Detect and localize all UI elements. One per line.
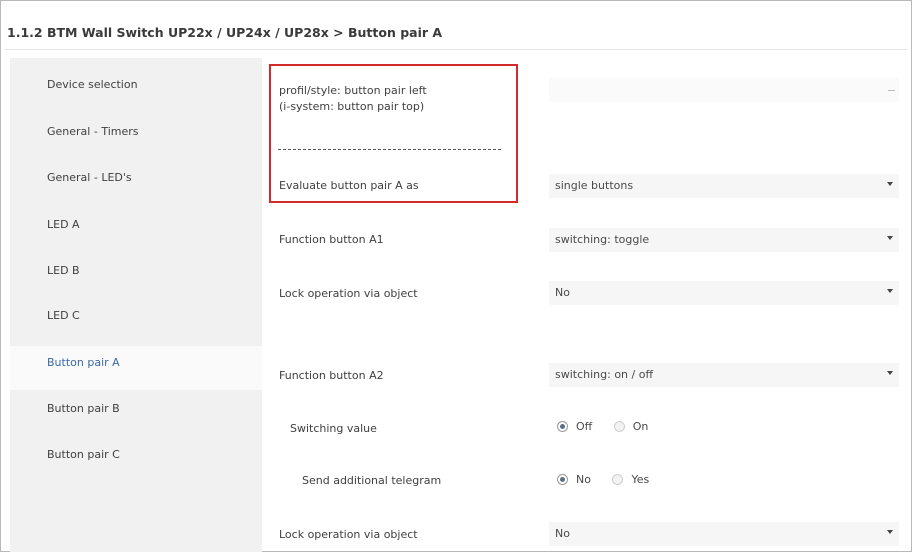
lock1-dropdown[interactable]: No [549,281,899,305]
func-a2-dropdown[interactable]: switching: on / off [549,363,899,387]
switching-value-radio-group: Off On [557,419,666,433]
lock1-value: No [555,286,570,299]
sidebar-item-led-c[interactable]: LED C [47,309,80,322]
sidebar-item-device-selection[interactable]: Device selection [47,78,138,91]
sidebar-item-led-b[interactable]: LED B [47,264,80,277]
sidebar-item-button-pair-b[interactable]: Button pair B [47,402,120,415]
send-telegram-label: Send additional telegram [302,474,442,487]
sidebar-item-button-pair-a[interactable]: Button pair A [47,356,120,369]
radio-no-label: No [576,472,591,486]
radio-yes[interactable] [612,474,624,485]
sidebar: Device selection General - Timers Genera… [10,58,262,552]
lock2-value: No [555,527,570,540]
chevron-down-icon [887,530,893,534]
func-a1-value: switching: toggle [555,233,650,246]
radio-on[interactable] [613,421,625,432]
chevron-down-icon [887,371,893,375]
func-a1-dropdown[interactable]: switching: toggle [549,228,899,252]
func-a2-label: Function button A2 [279,369,384,382]
send-telegram-radio-group: No Yes [557,472,667,486]
lock2-label: Lock operation via object [279,528,418,541]
radio-off-label: Off [576,419,593,433]
lock1-label: Lock operation via object [279,287,418,300]
radio-on-label: On [632,419,649,433]
chevron-down-icon [887,236,893,240]
func-a1-label: Function button A1 [279,233,384,246]
evaluate-dropdown[interactable]: single buttons [549,174,899,198]
title-divider [5,49,907,50]
chevron-down-icon [887,182,893,186]
profile-dropdown[interactable] [549,78,899,102]
sidebar-item-button-pair-c[interactable]: Button pair C [47,448,120,461]
sidebar-item-led-a[interactable]: LED A [47,218,80,231]
page-title: 1.1.2 BTM Wall Switch UP22x / UP24x / UP… [7,25,443,40]
sidebar-item-general-timers[interactable]: General - Timers [47,125,139,138]
radio-no[interactable] [557,474,568,485]
radio-off[interactable] [557,421,568,432]
chevron-down-icon [887,289,893,293]
sidebar-item-general-leds[interactable]: General - LED's [47,171,132,184]
switching-value-label: Switching value [290,422,377,435]
evaluate-value: single buttons [555,179,634,192]
dropdown-dash-icon [888,90,895,91]
lock2-dropdown[interactable]: No [549,522,899,546]
radio-yes-label: Yes [631,472,650,486]
highlight-box [269,64,518,203]
func-a2-value: switching: on / off [555,368,654,381]
